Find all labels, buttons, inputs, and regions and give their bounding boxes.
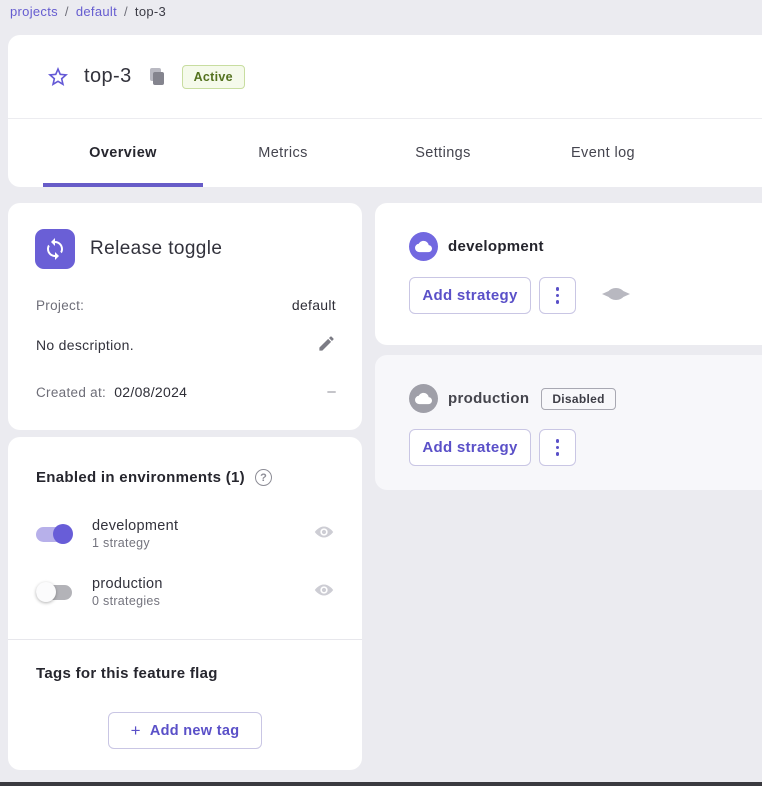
kebab-menu-icon[interactable] bbox=[539, 429, 576, 466]
environments-card: Enabled in environments (1) ? developmen… bbox=[8, 437, 362, 770]
section-divider bbox=[8, 639, 362, 640]
development-strategies-panel: development Add strategy bbox=[375, 203, 762, 345]
tab-overview[interactable]: Overview bbox=[43, 119, 203, 187]
plus-icon: + bbox=[131, 721, 141, 741]
flag-title-row: top-3 Active bbox=[8, 35, 762, 119]
disabled-badge: Disabled bbox=[541, 388, 615, 410]
tab-settings[interactable]: Settings bbox=[363, 119, 523, 187]
favorite-star-icon[interactable] bbox=[46, 65, 70, 89]
development-panel-actions: Add strategy bbox=[409, 277, 630, 314]
environment-panel-name: development bbox=[448, 238, 544, 255]
breadcrumb-separator: / bbox=[124, 4, 128, 19]
project-value: default bbox=[292, 297, 336, 313]
add-new-tag-label: Add new tag bbox=[150, 723, 240, 739]
feature-flag-page: projects / default / top-3 top-3 Active … bbox=[0, 0, 762, 786]
status-badge: Active bbox=[182, 65, 245, 89]
eye-icon[interactable] bbox=[313, 521, 335, 548]
environment-strategy-count: 0 strategies bbox=[92, 594, 313, 608]
eye-icon[interactable] bbox=[313, 579, 335, 606]
environment-name: production bbox=[92, 576, 313, 592]
description-text: No description. bbox=[36, 337, 134, 353]
add-new-tag-button[interactable]: + Add new tag bbox=[108, 712, 262, 749]
environments-title: Enabled in environments (1) bbox=[36, 469, 245, 486]
development-toggle[interactable] bbox=[36, 524, 74, 544]
empty-value-dash: – bbox=[327, 383, 336, 400]
project-row: Project: default bbox=[36, 297, 336, 313]
kebab-menu-icon[interactable] bbox=[539, 277, 576, 314]
created-value: 02/08/2024 bbox=[114, 384, 187, 400]
cloud-icon bbox=[409, 384, 438, 413]
edit-description-pencil-icon[interactable] bbox=[317, 334, 336, 356]
production-panel-actions: Add strategy bbox=[409, 429, 576, 466]
description-row: No description. bbox=[36, 334, 336, 356]
development-panel-header: development bbox=[409, 232, 544, 261]
production-panel-header: production Disabled bbox=[409, 384, 616, 413]
breadcrumb-default[interactable]: default bbox=[76, 4, 117, 19]
breadcrumb-current: top-3 bbox=[135, 4, 166, 19]
release-toggle-icon bbox=[35, 229, 75, 269]
tab-metrics[interactable]: Metrics bbox=[203, 119, 363, 187]
help-icon[interactable]: ? bbox=[255, 469, 272, 486]
created-at: Created at: 02/08/2024 bbox=[36, 384, 187, 400]
page-title: top-3 bbox=[84, 65, 132, 88]
tab-bar: Overview Metrics Settings Event log bbox=[43, 119, 683, 187]
tab-event-log[interactable]: Event log bbox=[523, 119, 683, 187]
add-strategy-button[interactable]: Add strategy bbox=[409, 429, 531, 466]
environment-name: development bbox=[92, 518, 313, 534]
environment-row-development: development 1 strategy bbox=[36, 513, 335, 555]
add-strategy-button[interactable]: Add strategy bbox=[409, 277, 531, 314]
copy-name-icon[interactable] bbox=[148, 68, 166, 86]
created-row: Created at: 02/08/2024 – bbox=[36, 383, 336, 400]
project-label: Project: bbox=[36, 298, 84, 313]
production-strategies-panel: production Disabled Add strategy bbox=[375, 355, 762, 490]
saucer-cloud-usage-icon bbox=[602, 287, 630, 305]
active-tab-indicator bbox=[43, 183, 203, 187]
tags-section-title: Tags for this feature flag bbox=[36, 665, 218, 682]
flag-type-row: Release toggle bbox=[35, 229, 222, 269]
created-label: Created at: bbox=[36, 385, 106, 400]
environments-header: Enabled in environments (1) ? bbox=[36, 469, 272, 486]
environment-row-production: production 0 strategies bbox=[36, 571, 335, 613]
breadcrumb-projects[interactable]: projects bbox=[10, 4, 58, 19]
bottom-window-edge bbox=[0, 782, 762, 786]
environment-panel-name: production bbox=[448, 390, 529, 407]
breadcrumb-separator: / bbox=[65, 4, 69, 19]
environment-strategy-count: 1 strategy bbox=[92, 536, 313, 550]
flag-header-card: top-3 Active Overview Metrics Settings E… bbox=[8, 35, 762, 187]
breadcrumb: projects / default / top-3 bbox=[10, 4, 166, 19]
production-toggle[interactable] bbox=[36, 582, 74, 602]
flag-type-label: Release toggle bbox=[90, 238, 222, 260]
flag-details-card: Release toggle Project: default No descr… bbox=[8, 203, 362, 430]
cloud-icon bbox=[409, 232, 438, 261]
